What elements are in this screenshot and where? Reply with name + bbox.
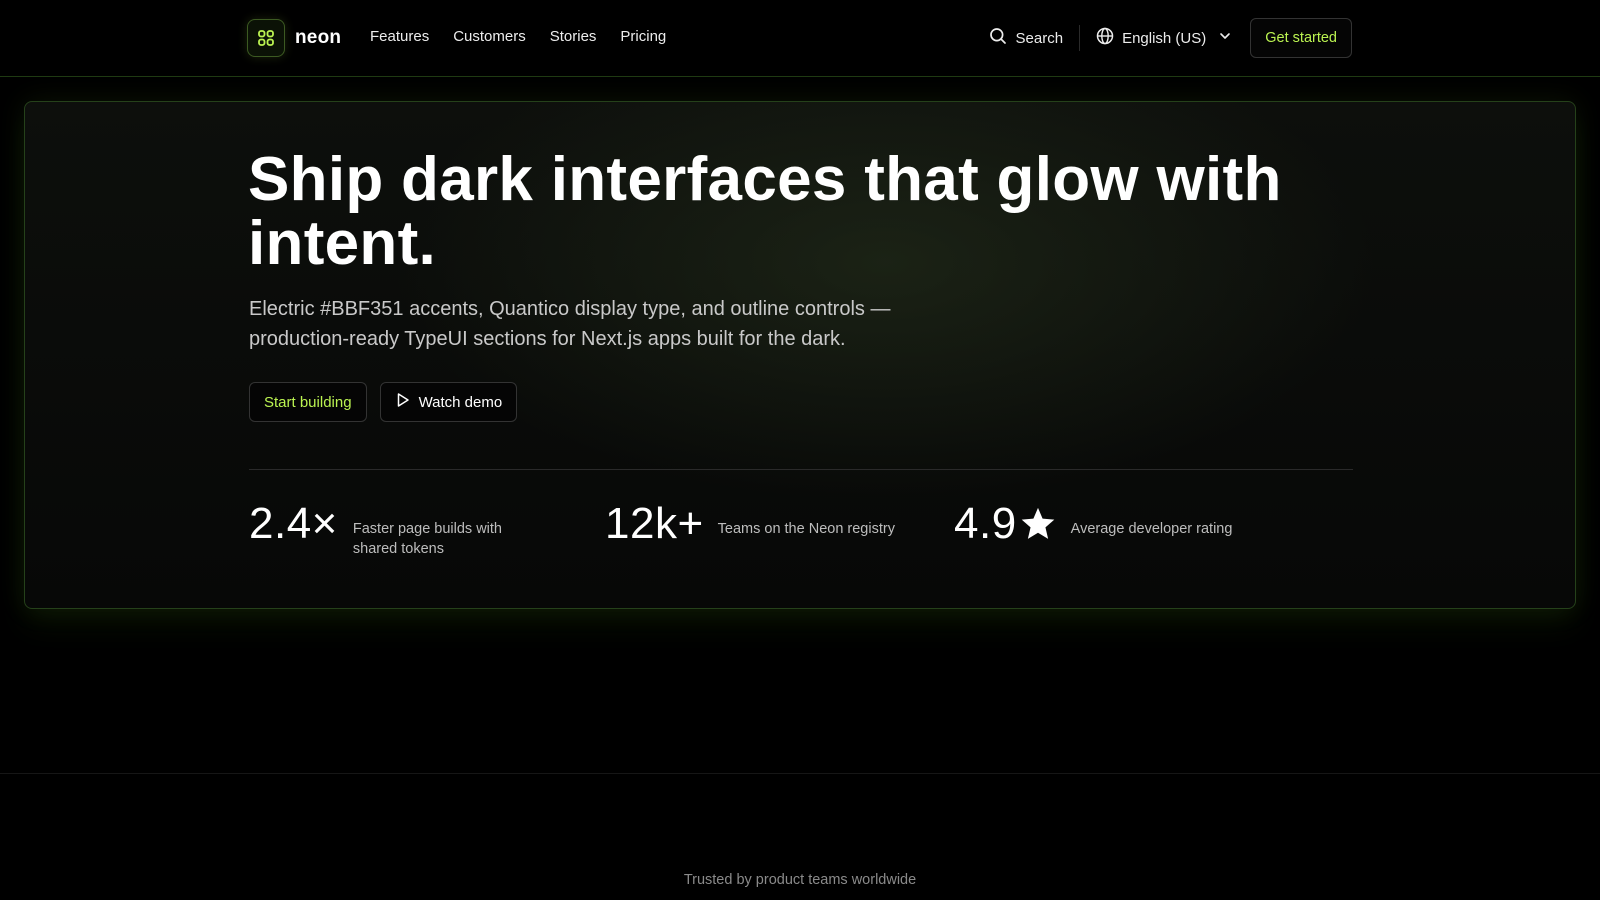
hero-actions: Start building Watch demo	[249, 382, 518, 422]
stat-rating: 4.9 Average developer rating	[954, 501, 1232, 547]
hero-title-line-1: Ship dark interfaces that glow with	[248, 145, 1282, 214]
stat-label-line-1: Faster page builds with	[352, 521, 502, 537]
section-divider	[0, 773, 1600, 774]
stat-label-line-2: shared tokens	[352, 541, 444, 557]
search-icon	[989, 27, 1007, 49]
hero-title: Ship dark interfaces that glow with inte…	[248, 148, 1298, 276]
stat-value: 12k+	[605, 499, 704, 548]
stat-teams: 12k+ Teams on the Neon registry	[605, 501, 895, 547]
watch-demo-label: Watch demo	[418, 393, 503, 411]
hero-title-line-2: intent.	[248, 209, 437, 278]
play-icon	[395, 392, 411, 412]
grid-four-icon	[247, 19, 285, 57]
start-building-button[interactable]: Start building	[249, 382, 367, 422]
get-started-button[interactable]: Get started	[1250, 18, 1352, 58]
stat-label-line-1: Average developer rating	[1070, 521, 1233, 537]
watch-demo-button[interactable]: Watch demo	[379, 382, 518, 422]
stats-divider	[249, 469, 1353, 470]
chevron-down-icon	[1218, 29, 1232, 47]
header-actions: Search English (US) Get started	[989, 18, 1352, 58]
hero-subtitle-line-2: production-ready TypeUI sections for Nex…	[249, 328, 846, 350]
language-label: English (US)	[1122, 29, 1207, 47]
brand[interactable]: neon	[247, 19, 341, 57]
nav-item-pricing[interactable]: Pricing	[620, 28, 666, 45]
stat-value: 2.4×	[249, 499, 338, 548]
stat-build-speed: 2.4× Faster page builds with shared toke…	[249, 501, 502, 559]
trusted-by-caption: Trusted by product teams worldwide	[683, 872, 917, 888]
hero-subtitle-line-1: Electric #BBF351 accents, Quantico displ…	[249, 298, 891, 320]
nav-item-customers[interactable]: Customers	[453, 28, 526, 45]
stat-label-line-1: Teams on the Neon registry	[717, 521, 895, 537]
star-icon	[1019, 505, 1057, 543]
search-label: Search	[1015, 29, 1064, 47]
top-navbar: neon Features Customers Stories Pricing …	[0, 0, 1600, 77]
hero-card: Ship dark interfaces that glow with inte…	[24, 101, 1576, 609]
stat-label: Faster page builds with shared tokens	[353, 519, 502, 559]
nav-item-features[interactable]: Features	[370, 28, 429, 45]
stat-label: Teams on the Neon registry	[718, 519, 895, 539]
stat-value-wrap: 4.9	[954, 501, 1057, 547]
language-selector[interactable]: English (US)	[1080, 27, 1250, 49]
search-button[interactable]: Search	[989, 27, 1080, 49]
hero-subtitle: Electric #BBF351 accents, Quantico displ…	[249, 294, 909, 354]
nav-item-stories[interactable]: Stories	[550, 28, 597, 45]
stat-label: Average developer rating	[1071, 519, 1233, 539]
brand-name: neon	[295, 27, 342, 48]
main-nav: Features Customers Stories Pricing	[370, 28, 666, 45]
stat-value: 4.9	[954, 499, 1017, 548]
globe-icon	[1096, 27, 1114, 49]
